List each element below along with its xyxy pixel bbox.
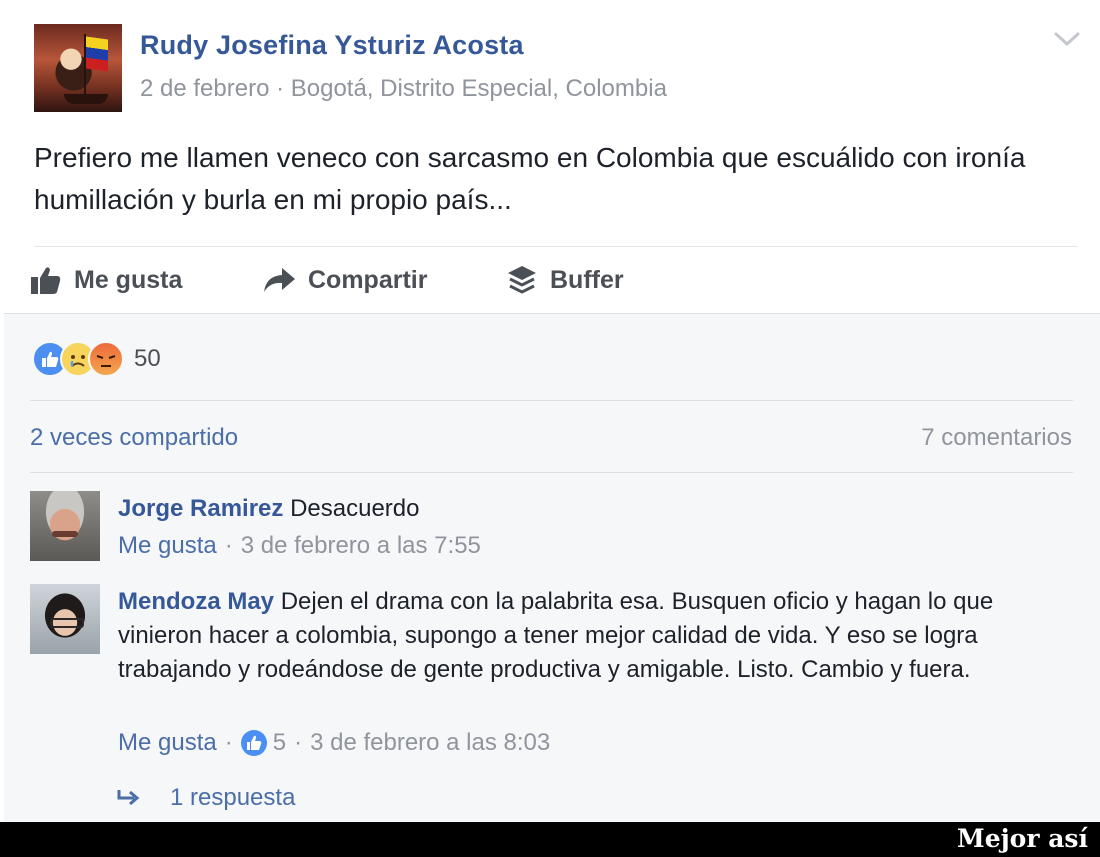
- reply-count: 1 respuesta: [170, 784, 296, 811]
- commenter-name[interactable]: Jorge Ramirez: [118, 495, 283, 522]
- comments-panel: 50 2 veces compartido 7 comentarios Jorg…: [4, 313, 1100, 823]
- like-button[interactable]: Me gusta: [30, 262, 182, 298]
- reply-arrow-icon: [117, 790, 140, 806]
- avatar-mouth: [52, 531, 78, 537]
- chevron-down-icon[interactable]: [1052, 28, 1082, 50]
- comment-footer: Me gusta · 5 · 3 de febrero a las 8:03: [118, 729, 550, 757]
- avatar-glasses: [50, 618, 84, 628]
- comment-footer: Me gusta · 3 de febrero a las 7:55: [118, 532, 481, 560]
- share-button-label: Compartir: [308, 265, 428, 294]
- reactions-count: 50: [134, 345, 161, 372]
- buffer-button[interactable]: Buffer: [506, 262, 624, 298]
- comment-like-icon: [240, 730, 267, 756]
- separator-dot: ·: [294, 729, 303, 756]
- commenter-avatar[interactable]: [30, 584, 100, 654]
- avatar-boat: [64, 94, 108, 104]
- comment-text: Jorge Ramirez Desacuerdo: [118, 492, 1068, 526]
- comments-count-link[interactable]: 7 comentarios: [921, 424, 1072, 452]
- post-author-name[interactable]: Rudy Josefina Ysturiz Acosta: [140, 30, 524, 61]
- comment-time[interactable]: 3 de febrero a las 7:55: [241, 532, 481, 560]
- divider: [30, 400, 1073, 401]
- caption-text: Mejor así: [957, 824, 1088, 853]
- view-replies-link[interactable]: 1 respuesta: [116, 784, 295, 812]
- avatar-flag: [86, 36, 108, 72]
- buffer-stack-icon: [508, 266, 536, 294]
- comment-message: Desacuerdo: [290, 495, 420, 522]
- reactions-summary[interactable]: 50: [32, 341, 161, 377]
- separator-dot: ·: [224, 532, 233, 559]
- comment-like-link[interactable]: Me gusta: [118, 532, 217, 560]
- divider: [30, 472, 1073, 473]
- comment-time[interactable]: 3 de febrero a las 8:03: [310, 729, 550, 757]
- share-arrow-icon: [264, 268, 295, 292]
- angry-reaction-icon: [88, 341, 124, 377]
- comment-text: Mendoza May Dejen el drama con la palabr…: [118, 585, 1068, 687]
- commenter-avatar[interactable]: [30, 491, 100, 561]
- thumbs-up-icon: [31, 267, 61, 294]
- commenter-name[interactable]: Mendoza May: [118, 588, 274, 615]
- buffer-button-label: Buffer: [550, 265, 624, 294]
- post-meta: 2 de febrero · Bogotá, Distrito Especial…: [140, 75, 667, 102]
- separator-dot: ·: [224, 729, 233, 756]
- author-avatar[interactable]: [34, 24, 122, 112]
- shares-link[interactable]: 2 veces compartido: [30, 424, 238, 452]
- like-button-label: Me gusta: [74, 265, 183, 294]
- comment-like-link[interactable]: Me gusta: [118, 729, 217, 757]
- caption-bar: Mejor así: [0, 822, 1100, 857]
- comment-like-count[interactable]: 5: [273, 729, 286, 757]
- share-button[interactable]: Compartir: [262, 262, 427, 298]
- post-text: Prefiero me llamen veneco con sarcasmo e…: [34, 142, 1026, 215]
- divider: [34, 246, 1077, 247]
